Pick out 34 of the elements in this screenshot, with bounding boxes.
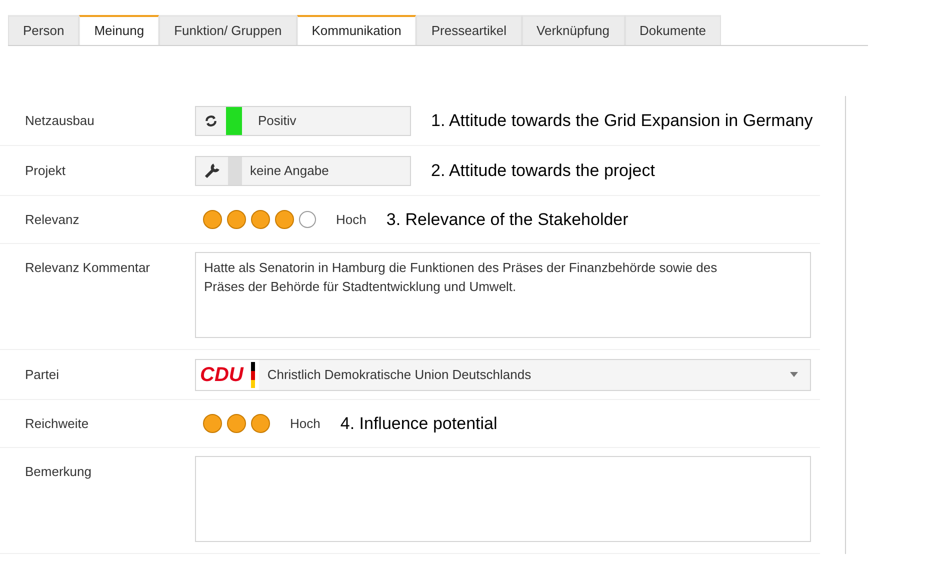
party-value: Christlich Demokratische Union Deutschlands bbox=[267, 366, 532, 384]
refresh-icon bbox=[204, 114, 218, 128]
text-area-field[interactable] bbox=[195, 456, 811, 542]
tab[interactable]: Dokumente bbox=[624, 15, 722, 45]
rating-value: Hoch bbox=[336, 210, 366, 229]
field-label: Relevanz Kommentar bbox=[25, 259, 151, 277]
text-area-field[interactable]: Hatte als Senatorin in Hamburg die Funktionen des Präses der Finanzbehörde sowie des Präses der Behörde für Stadtentwicklung und Umwelt. bbox=[195, 252, 811, 338]
field-label: Bemerkung bbox=[25, 463, 92, 481]
rating-value: Hoch bbox=[290, 414, 320, 433]
field-label: Reichweite bbox=[25, 414, 90, 433]
tab[interactable]: Verknüpfung bbox=[522, 15, 625, 45]
project-value: keine Angabe bbox=[250, 162, 329, 180]
tab[interactable]: Meinung bbox=[79, 15, 160, 45]
status-value: Positiv bbox=[258, 112, 296, 130]
party-dropdown[interactable]: CDU Christlich Demokratische Union Deutschlands bbox=[195, 358, 811, 390]
project-field[interactable]: keine Angabe bbox=[195, 156, 411, 186]
field-label: Relevanz bbox=[25, 210, 80, 229]
annotation-text: 3. Relevance of the Stakeholder bbox=[386, 208, 628, 231]
tab[interactable]: Presseartikel bbox=[416, 15, 522, 45]
flag-stripe-icon bbox=[251, 362, 256, 388]
tab[interactable]: Person bbox=[8, 15, 80, 45]
field-label: Projekt bbox=[25, 162, 66, 180]
annotation-text: 4. Influence potential bbox=[340, 412, 498, 435]
tab[interactable]: Kommunikation bbox=[296, 15, 416, 45]
tab[interactable]: Funktion/ Gruppen bbox=[159, 15, 297, 45]
annotation-text: 1. Attitude towards the Grid Expansion in Germany bbox=[431, 110, 813, 132]
wrench-icon bbox=[204, 162, 220, 178]
comment-text: Hatte als Senatorin in Hamburg die Funktionen des Präses der Finanzbehörde sowie des Präses der Behörde für Stadtentwicklung und Umwelt. bbox=[204, 259, 718, 296]
field-label: Partei bbox=[25, 366, 60, 384]
annotation-text: 2. Attitude towards the project bbox=[431, 160, 655, 182]
field-label: Netzausbau bbox=[25, 112, 96, 130]
party-logo: CDU bbox=[200, 364, 244, 384]
dropdown-caret-icon bbox=[790, 372, 798, 377]
status-field[interactable]: Positiv bbox=[195, 106, 411, 136]
